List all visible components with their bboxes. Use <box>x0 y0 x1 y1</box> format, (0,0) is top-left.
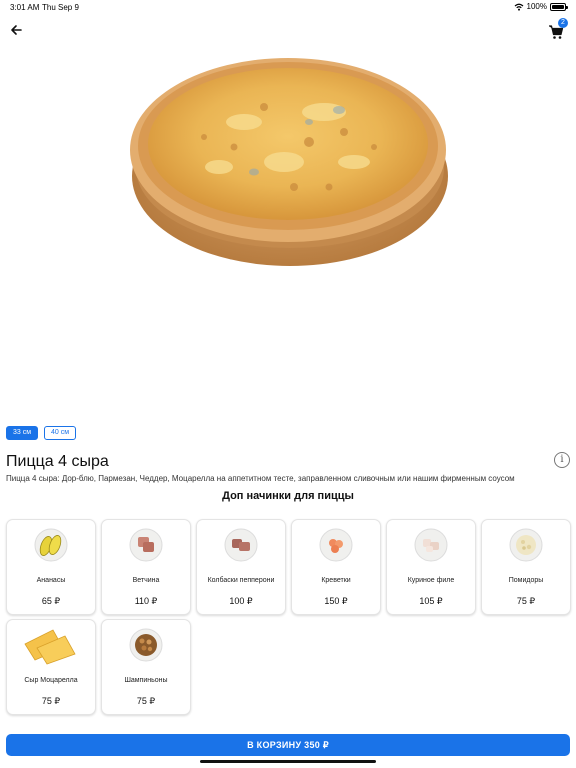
topping-card-chicken[interactable]: Куриное филе 105 ₽ <box>386 519 476 615</box>
topping-price: 105 ₽ <box>419 596 443 606</box>
topping-name: Сыр Моцарелла <box>24 677 78 684</box>
shrimp-icon <box>319 528 353 562</box>
topping-name: Ананасы <box>36 577 66 584</box>
topping-price: 65 ₽ <box>41 596 61 606</box>
pepperoni-icon <box>224 528 258 562</box>
info-button[interactable]: i <box>554 452 570 468</box>
status-bar: 3:01 AM Thu Sep 9 100% <box>0 0 576 14</box>
topping-card-pepperoni[interactable]: Колбаски пепперони 100 ₽ <box>196 519 286 615</box>
topping-price: 75 ₽ <box>136 696 156 706</box>
topping-price: 75 ₽ <box>516 596 536 606</box>
ham-icon <box>129 528 163 562</box>
battery-icon <box>550 2 568 11</box>
home-indicator[interactable] <box>200 760 376 763</box>
topping-price: 110 ₽ <box>134 596 158 606</box>
topping-name: Помидоры <box>508 577 544 584</box>
topping-price: 100 ₽ <box>229 596 253 606</box>
chicken-icon <box>414 528 448 562</box>
info-icon: i <box>560 454 564 465</box>
topping-card-pineapple[interactable]: Ананасы 65 ₽ <box>6 519 96 615</box>
mushroom-icon <box>129 628 163 662</box>
product-description: Пицца 4 сыра: Дор-блю, Пармезан, Чеддер,… <box>6 474 515 483</box>
cart-button[interactable]: 2 <box>548 18 568 40</box>
wifi-icon <box>514 3 523 11</box>
topping-card-mozzarella[interactable]: Сыр Моцарелла 75 ₽ <box>6 619 96 715</box>
size-option-40[interactable]: 40 см <box>44 426 77 440</box>
size-option-33[interactable]: 33 см <box>6 426 39 440</box>
topping-price: 75 ₽ <box>41 696 61 706</box>
pizza-image <box>130 58 448 266</box>
topping-name: Ветчина <box>132 577 160 584</box>
topping-name: Колбаски пепперони <box>207 577 275 584</box>
topping-card-mushroom[interactable]: Шампиньоны 75 ₽ <box>101 619 191 715</box>
status-right: 100% <box>514 2 568 11</box>
topping-card-shrimp[interactable]: Креветки 150 ₽ <box>291 519 381 615</box>
cheese-icon <box>24 629 76 665</box>
topping-price: 150 ₽ <box>324 596 348 606</box>
tomato-icon <box>509 528 543 562</box>
cart-count-badge: 2 <box>558 18 568 28</box>
back-button[interactable] <box>8 22 26 38</box>
product-title: Пицца 4 сыра <box>6 453 109 470</box>
topping-card-tomato[interactable]: Помидоры 75 ₽ <box>481 519 571 615</box>
arrow-left-icon <box>11 25 22 35</box>
topping-card-ham[interactable]: Ветчина 110 ₽ <box>101 519 191 615</box>
status-time: 3:01 AM <box>10 3 40 12</box>
topping-name: Шампиньоны <box>124 677 168 684</box>
topping-name: Креветки <box>321 577 351 584</box>
battery-percent: 100% <box>526 2 547 11</box>
toppings-heading: Доп начинки для пиццы <box>222 490 354 502</box>
add-to-cart-button[interactable]: В КОРЗИНУ 350 ₽ <box>6 734 570 756</box>
pineapple-icon <box>34 528 68 562</box>
status-date: Thu Sep 9 <box>42 3 79 12</box>
topping-name: Куриное филе <box>407 577 455 584</box>
